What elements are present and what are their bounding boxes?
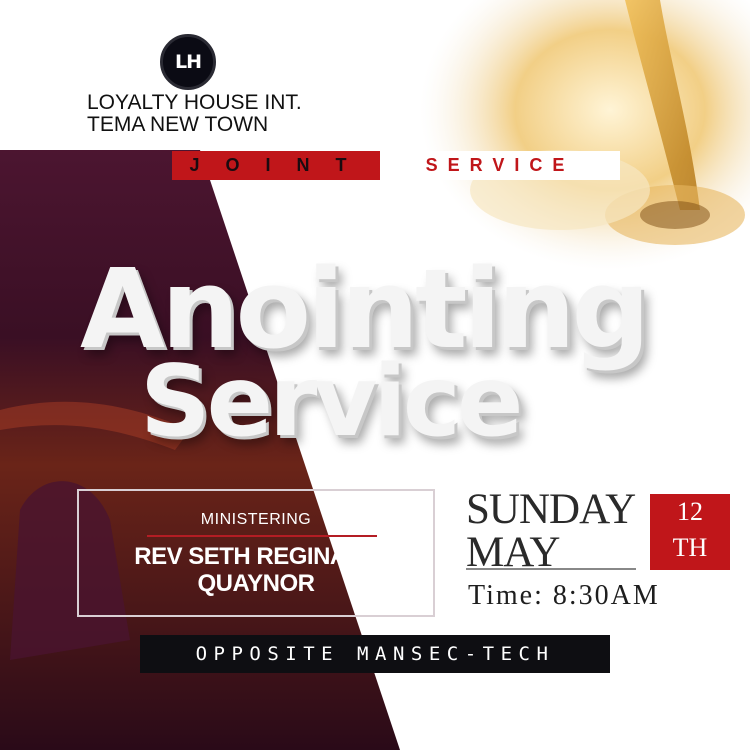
date-number: 12 bbox=[677, 497, 703, 526]
minister-name-line2: QUAYNOR bbox=[197, 570, 315, 597]
church-logo-text: LH bbox=[174, 51, 202, 73]
service-label: SERVICE bbox=[380, 151, 620, 180]
church-name: LOYALTY HOUSE INT. TEMA NEW TOWN bbox=[87, 92, 387, 136]
service-time: Time: 8:30AM bbox=[468, 580, 660, 611]
minister-name: REV SETH REGINALD QUAYNOR bbox=[79, 543, 433, 597]
title-line2: Service bbox=[140, 345, 523, 459]
minister-name-line1: REV SETH REGINALD bbox=[134, 543, 378, 570]
date-badge: 12 TH bbox=[650, 494, 730, 570]
ministering-divider bbox=[147, 535, 377, 537]
ministering-box: MINISTERING REV SETH REGINALD QUAYNOR bbox=[77, 489, 435, 617]
joint-label: JOINT bbox=[172, 151, 380, 180]
church-name-line1: LOYALTY HOUSE INT. bbox=[87, 91, 302, 114]
church-name-line2: TEMA NEW TOWN bbox=[87, 113, 269, 136]
service-day: SUNDAY MAY bbox=[466, 486, 636, 576]
church-logo: LH bbox=[160, 34, 216, 90]
location-banner: OPPOSITE MANSEC-TECH bbox=[140, 635, 610, 673]
date-underline bbox=[466, 568, 636, 570]
date-suffix: TH bbox=[672, 533, 708, 562]
ministering-label: MINISTERING bbox=[200, 511, 312, 528]
anointing-service-flyer: LH LOYALTY HOUSE INT. TEMA NEW TOWN JOIN… bbox=[0, 0, 750, 750]
day-name: SUNDAY bbox=[466, 486, 636, 533]
